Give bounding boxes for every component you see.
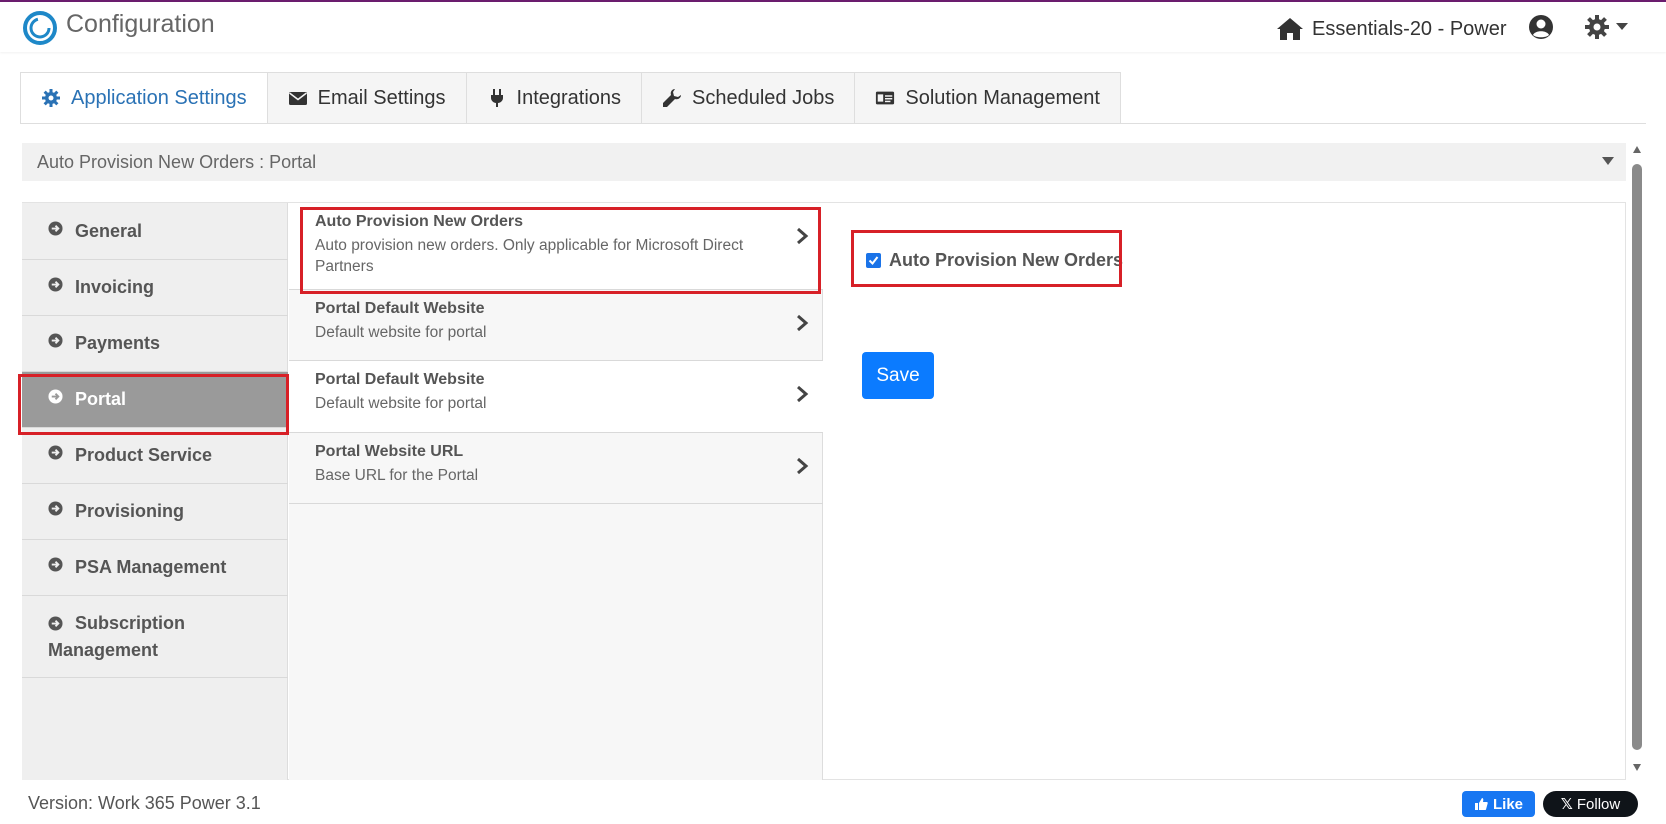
settings-menu[interactable] [1584,14,1628,40]
category-portal[interactable]: Portal [22,372,288,428]
category-product-service[interactable]: Product Service [22,428,288,484]
circle-arrow-right-icon [48,277,63,292]
circle-arrow-right-icon [48,221,63,236]
logo-icon [23,11,57,45]
tab-integrations[interactable]: Integrations [466,72,643,124]
app-title: Configuration [66,10,215,38]
setting-description: Auto provision new orders. Only applicab… [315,237,744,275]
category-label: Provisioning [75,501,185,521]
x-logo-icon: 𝕏 [1560,796,1573,813]
follow-label: Follow [1576,795,1621,813]
setting-selector[interactable]: Auto Provision New Orders : Portal [22,143,1626,181]
category-label: Subscription Management [48,613,186,660]
user-account-icon[interactable] [1528,14,1554,40]
setting-item-portal-default-website[interactable]: Portal Default Website Default website f… [289,290,823,361]
thumbs-up-icon [1474,798,1488,810]
checkbox-checked-icon[interactable] [866,253,881,268]
setting-detail [824,203,1626,780]
tab-label: Application Settings [71,86,247,109]
category-provisioning[interactable]: Provisioning [22,484,288,540]
category-general[interactable]: General [22,203,288,260]
scroll-up-arrow-icon[interactable] [1633,146,1641,153]
tab-application-settings[interactable]: Application Settings [20,72,268,124]
tab-label: Solution Management [905,86,1100,109]
plug-icon [490,89,503,107]
tab-label: Scheduled Jobs [692,86,835,109]
envelope-icon [288,92,307,105]
checkbox-label: Auto Provision New Orders [889,250,1124,270]
circle-arrow-right-icon [48,616,63,631]
category-label: Payments [75,333,161,353]
gear-icon [1585,15,1609,39]
category-payments[interactable]: Payments [22,316,288,372]
setting-title-text: Auto Provision New Orders [315,213,524,230]
category-invoicing[interactable]: Invoicing [22,260,288,316]
tenant-switcher[interactable]: Essentials-20 - Power [1276,16,1507,42]
gear-icon [42,89,60,107]
tabs-divider [20,123,1646,124]
setting-description: Default website for portal [315,324,487,341]
chevron-right-icon [797,457,809,475]
circle-arrow-right-icon [48,389,63,404]
save-button[interactable]: Save [862,352,934,399]
category-psa-management[interactable]: PSA Management [22,540,288,596]
setting-title: Portal Website URL [315,443,464,460]
setting-title: Portal Default Website [315,371,485,388]
tenant-name: Essentials-20 - Power [1312,17,1507,40]
version-label: Version: Work 365 Power 3.1 [28,793,261,813]
category-label: Product Service [75,445,213,465]
category-nav: General Invoicing Payments Portal Produc… [22,203,288,780]
top-header: Configuration Essentials-20 - Power [0,2,1666,52]
home-icon [1277,18,1303,40]
tab-solution-management[interactable]: Solution Management [855,72,1121,124]
scroll-down-arrow-icon[interactable] [1633,764,1641,771]
x-follow-button[interactable]: 𝕏 Follow [1543,791,1638,817]
scroll-thumb[interactable] [1632,164,1642,750]
setting-item-auto-provision[interactable]: Auto Provision New Orders Auto provision… [289,203,823,290]
wrench-icon [663,89,682,107]
category-label: Portal [75,389,127,409]
tab-email-settings[interactable]: Email Settings [267,72,467,124]
setting-selector-value: Auto Provision New Orders : Portal [37,151,317,172]
vertical-scrollbar[interactable] [1630,146,1644,776]
setting-item-portal-default-website-2[interactable]: Portal Default Website Default website f… [289,361,823,433]
category-label-wrap: Subscription Management [48,610,262,664]
category-label: General [75,221,143,241]
setting-item-portal-website-url[interactable]: Portal Website URL Base URL for the Port… [289,433,823,504]
chevron-right-icon [797,227,809,245]
category-label: PSA Management [75,557,227,577]
circle-arrow-right-icon [48,501,63,516]
category-subscription-management[interactable]: Subscription Management [22,596,288,678]
setting-title: Portal Default Website [315,300,485,317]
tab-label: Email Settings [317,86,446,109]
auto-provision-checkbox[interactable]: Auto Provision New Orders [866,250,1123,271]
like-label: Like [1492,795,1523,813]
dropdown-caret-icon [1602,157,1614,165]
setting-description: Base URL for the Portal [315,467,479,484]
circle-arrow-right-icon [48,333,63,348]
caret-down-icon [1616,23,1628,30]
setting-title: Auto Provision New Orders [315,213,797,231]
id-card-icon [876,91,895,105]
tab-label: Integrations [516,86,622,109]
facebook-like-button[interactable]: Like [1462,791,1535,817]
circle-arrow-right-icon [48,557,63,572]
chevron-right-icon [797,385,809,403]
circle-arrow-right-icon [48,445,63,460]
tab-scheduled-jobs[interactable]: Scheduled Jobs [642,72,856,124]
chevron-right-icon [797,314,809,332]
settings-list: Auto Provision New Orders Auto provision… [289,203,823,780]
settings-tabs: Application Settings Email Settings Inte… [20,72,1121,124]
category-label: Invoicing [75,277,155,297]
setting-description: Default website for portal [315,395,487,412]
